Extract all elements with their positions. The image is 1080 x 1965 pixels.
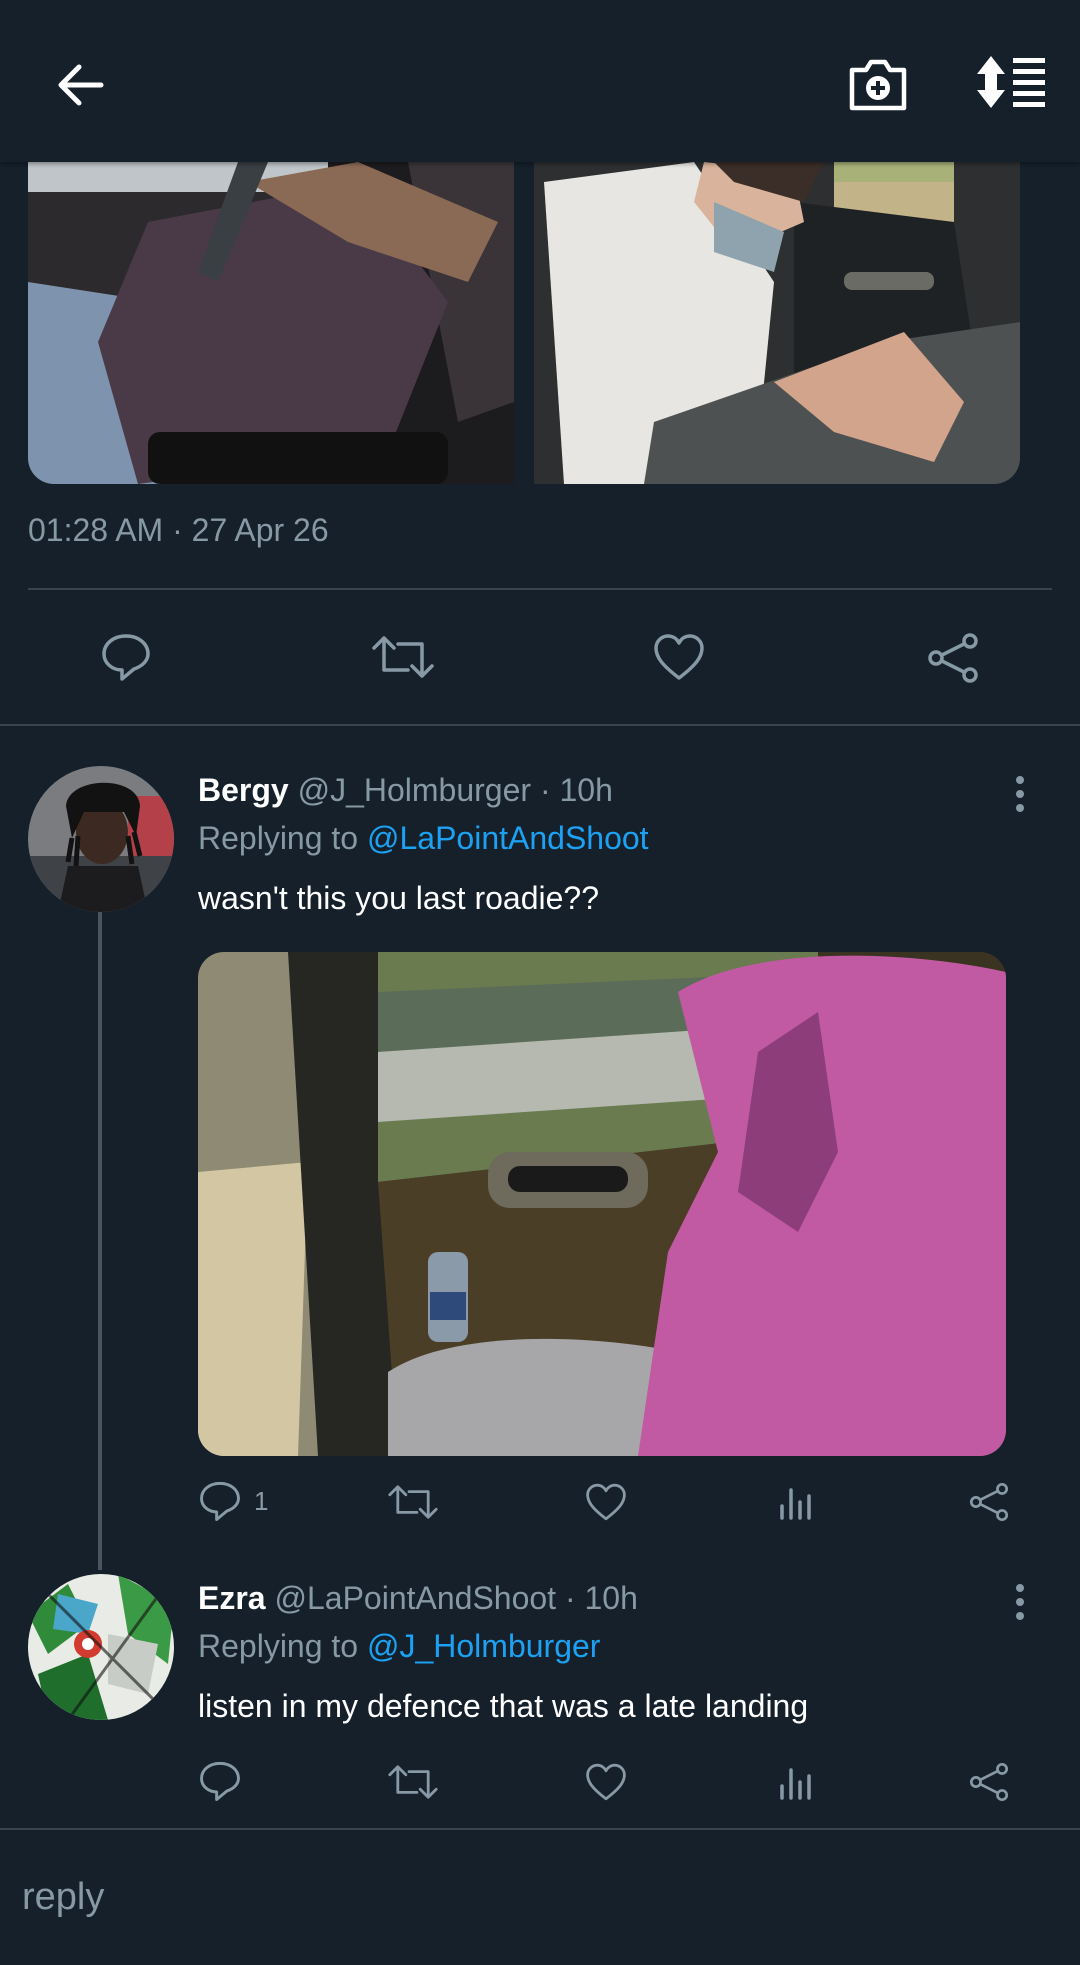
share-action[interactable]: [926, 632, 980, 684]
tweet-timestamp: 01:28 AM · 27 Apr 26: [28, 512, 329, 548]
display-name[interactable]: Bergy: [198, 772, 289, 808]
share-icon: [969, 1762, 1009, 1802]
share-icon: [969, 1482, 1009, 1522]
arrow-left-icon: [58, 64, 104, 106]
reply-icon: [200, 1761, 240, 1801]
avatar-image: [28, 766, 174, 912]
separator-dot: ·: [564, 1580, 576, 1616]
analytics-icon: [780, 1768, 811, 1800]
retweet-icon: [388, 1485, 438, 1519]
reply-media-photo[interactable]: [198, 952, 1006, 1456]
analytics-action[interactable]: [778, 1484, 814, 1520]
analytics-action[interactable]: [778, 1764, 814, 1800]
share-action[interactable]: [968, 1482, 1010, 1522]
more-options-button[interactable]: [1012, 776, 1028, 818]
share-icon: [928, 633, 978, 683]
replying-to-label: Replying to: [198, 820, 359, 856]
heart-icon: [586, 1763, 626, 1801]
reply-action[interactable]: [198, 1760, 242, 1802]
retweet-icon: [372, 636, 434, 678]
reply-action[interactable]: [100, 632, 152, 682]
reply-input-placeholder[interactable]: reply: [22, 1876, 104, 1919]
avatar[interactable]: [28, 766, 174, 912]
dot-icon: [1016, 790, 1024, 798]
separator-dot: ·: [539, 772, 551, 808]
reply-count: 1: [254, 1485, 269, 1516]
camera-plus-icon: [849, 59, 907, 111]
media-photo-1[interactable]: [28, 162, 514, 484]
share-action[interactable]: [968, 1762, 1010, 1802]
sort-list-icon: [977, 56, 1045, 108]
handle[interactable]: @LaPointAndShoot: [274, 1580, 556, 1616]
retweet-action[interactable]: [372, 632, 434, 682]
back-button[interactable]: [40, 55, 120, 115]
tweet-time: 10h: [559, 772, 613, 808]
reply-composer[interactable]: reply: [0, 1828, 1080, 1965]
tweet-header: Bergy @J_Holmburger · 10h: [198, 772, 613, 809]
dot-icon: [1016, 776, 1024, 784]
retweet-action[interactable]: [388, 1762, 438, 1802]
avatar-image: [28, 1574, 174, 1720]
thread-line: [98, 912, 102, 1570]
tweet-time: 10h: [584, 1580, 638, 1616]
media-photo-2[interactable]: [534, 162, 1020, 484]
replying-to-line: Replying to @LaPointAndShoot: [198, 820, 649, 857]
avatar[interactable]: [28, 1574, 174, 1720]
replying-to-label: Replying to: [198, 1628, 359, 1664]
photo-image: [534, 162, 1020, 484]
replying-to-mention[interactable]: @J_Holmburger: [367, 1628, 600, 1664]
tweet-text: wasn't this you last roadie??: [198, 880, 599, 916]
like-action[interactable]: [584, 1762, 628, 1802]
analytics-icon: [780, 1488, 811, 1520]
main-tweet-media: [28, 162, 1020, 484]
handle[interactable]: @J_Holmburger: [298, 772, 531, 808]
heart-icon: [654, 634, 704, 680]
divider: [28, 588, 1052, 590]
photo-image: [198, 952, 1006, 1456]
dot-icon: [1016, 1584, 1024, 1592]
like-action[interactable]: [584, 1482, 628, 1522]
tweet-header: Ezra @LaPointAndShoot · 10h: [198, 1580, 638, 1617]
like-action[interactable]: [652, 632, 706, 682]
section-divider: [0, 724, 1080, 726]
dot-icon: [1016, 1598, 1024, 1606]
replying-to-line: Replying to @J_Holmburger: [198, 1628, 600, 1665]
display-name[interactable]: Ezra: [198, 1580, 266, 1616]
dot-icon: [1016, 804, 1024, 812]
dot-icon: [1016, 1612, 1024, 1620]
top-bar: [0, 0, 1080, 162]
more-options-button[interactable]: [1012, 1584, 1028, 1626]
retweet-icon: [388, 1765, 438, 1799]
camera-button[interactable]: [842, 50, 914, 118]
tweet-text: listen in my defence that was a late lan…: [198, 1688, 809, 1724]
replying-to-mention[interactable]: @LaPointAndShoot: [367, 820, 649, 856]
retweet-action[interactable]: [388, 1482, 438, 1522]
photo-image: [28, 162, 514, 484]
sort-button[interactable]: [974, 52, 1050, 112]
reply-icon: [200, 1481, 240, 1521]
reply-action[interactable]: 1: [198, 1480, 268, 1522]
reply-icon: [102, 634, 150, 681]
heart-icon: [586, 1483, 626, 1521]
